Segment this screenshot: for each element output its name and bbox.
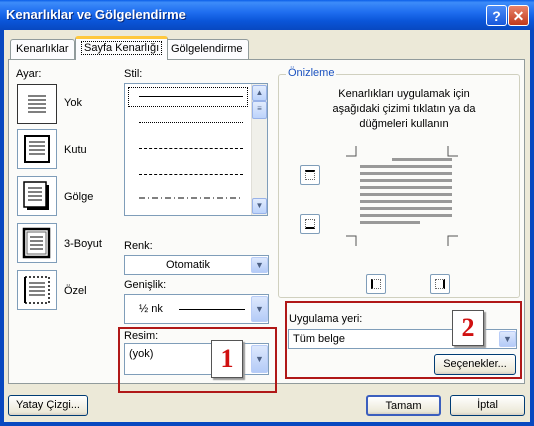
preview-text-line — [360, 221, 420, 224]
tab-page-border-label: Sayfa Kenarlığı — [81, 41, 163, 55]
left-border-icon — [371, 279, 381, 289]
width-line-sample — [179, 309, 245, 310]
setting-shadow-button[interactable] — [17, 176, 57, 216]
right-border-button[interactable] — [430, 274, 450, 294]
highlight-box-1 — [118, 327, 277, 393]
custom-border-icon — [24, 276, 50, 304]
apply-to-value: Tüm belge — [293, 333, 345, 345]
style-line-dashed-medium[interactable] — [139, 174, 243, 175]
preview-text-line — [360, 214, 452, 217]
setting-box-button[interactable] — [17, 129, 57, 169]
preview-text-line — [360, 179, 452, 182]
annotation-badge-1: 1 — [211, 340, 243, 378]
width-label: Genişlik: — [124, 279, 167, 291]
scroll-thumb[interactable]: ≡ — [252, 101, 267, 119]
cancel-button[interactable]: İptal — [450, 395, 525, 416]
right-border-icon — [435, 279, 445, 289]
setting-none-button[interactable] — [17, 84, 57, 124]
color-label: Renk: — [124, 240, 153, 252]
preview-text-line — [360, 186, 452, 189]
style-line-dash-dot[interactable] — [139, 196, 243, 200]
window-title: Kenarlıklar ve Gölgelendirme — [6, 7, 186, 22]
setting-shadow-label: Gölge — [64, 191, 94, 203]
width-dropdown-arrow-icon[interactable]: ▼ — [251, 296, 268, 322]
box-border-icon — [24, 135, 50, 163]
style-line-solid[interactable] — [139, 96, 243, 97]
options-button[interactable]: Seçenekler... — [434, 354, 516, 375]
window-frame-right — [530, 30, 534, 426]
horizontal-line-button[interactable]: Yatay Çizgi... — [8, 395, 88, 416]
setting-3d-label: 3-Boyut — [64, 238, 102, 250]
scroll-up-arrow-icon[interactable]: ▲ — [252, 85, 267, 101]
window-frame-left — [0, 30, 4, 426]
bottom-border-icon — [305, 219, 315, 229]
settings-label: Ayar: — [16, 68, 42, 80]
bottom-border-button[interactable] — [300, 214, 320, 234]
window-frame-bottom — [0, 422, 534, 426]
setting-3d-button[interactable] — [17, 223, 57, 263]
preview-text-line — [360, 165, 452, 168]
tab-borders[interactable]: Kenarlıklar — [10, 39, 75, 59]
color-dropdown[interactable]: Otomatik ▼ — [124, 255, 269, 275]
preview-text-line — [360, 200, 452, 203]
annotation-badge-2: 2 — [452, 310, 484, 346]
tab-borders-label: Kenarlıklar — [16, 43, 69, 55]
no-border-icon — [28, 95, 46, 113]
setting-none-label: Yok — [64, 97, 82, 109]
top-border-button[interactable] — [300, 165, 320, 185]
preview-text-line — [392, 158, 452, 161]
color-dropdown-arrow-icon[interactable]: ▼ — [251, 257, 268, 273]
style-scrollbar[interactable]: ▲ ≡ ▼ — [251, 84, 267, 215]
help-button[interactable]: ? — [486, 5, 507, 26]
left-border-button[interactable] — [366, 274, 386, 294]
setting-custom-label: Özel — [64, 285, 87, 297]
preview-page[interactable] — [342, 142, 462, 250]
style-label: Stil: — [124, 68, 143, 80]
preview-text-line — [360, 172, 452, 175]
style-line-dashed-small[interactable] — [139, 148, 243, 149]
style-listbox[interactable]: ▲ ≡ ▼ — [124, 83, 268, 216]
apply-to-label: Uygulama yeri: — [289, 313, 363, 325]
tab-page-border[interactable]: Sayfa Kenarlığı — [75, 36, 169, 60]
shadow-border-icon — [23, 181, 49, 210]
preview-text-line — [360, 207, 452, 210]
style-selected-item[interactable] — [128, 87, 248, 107]
tab-shading-label: Gölgelendirme — [171, 43, 243, 55]
scroll-down-arrow-icon[interactable]: ▼ — [252, 198, 267, 214]
setting-box-label: Kutu — [64, 144, 87, 156]
preview-text-line — [360, 193, 452, 196]
color-value: Otomatik — [165, 259, 210, 271]
close-button[interactable]: ✕ — [508, 5, 529, 26]
preview-label: Önizleme — [286, 67, 337, 79]
3d-border-icon — [22, 227, 51, 259]
preview-instructions: Kenarlıkları uygulamak için aşağıdaki çi… — [332, 88, 476, 130]
top-border-icon — [305, 170, 315, 180]
ok-button[interactable]: Tamam — [366, 395, 441, 416]
width-value: ½ nk — [139, 303, 163, 315]
setting-custom-button[interactable] — [17, 270, 57, 310]
apply-to-dropdown-arrow-icon[interactable]: ▼ — [499, 331, 516, 347]
width-dropdown[interactable]: ½ nk ▼ — [124, 294, 269, 324]
style-line-dotted[interactable] — [139, 122, 243, 123]
tab-shading[interactable]: Gölgelendirme — [165, 39, 249, 59]
